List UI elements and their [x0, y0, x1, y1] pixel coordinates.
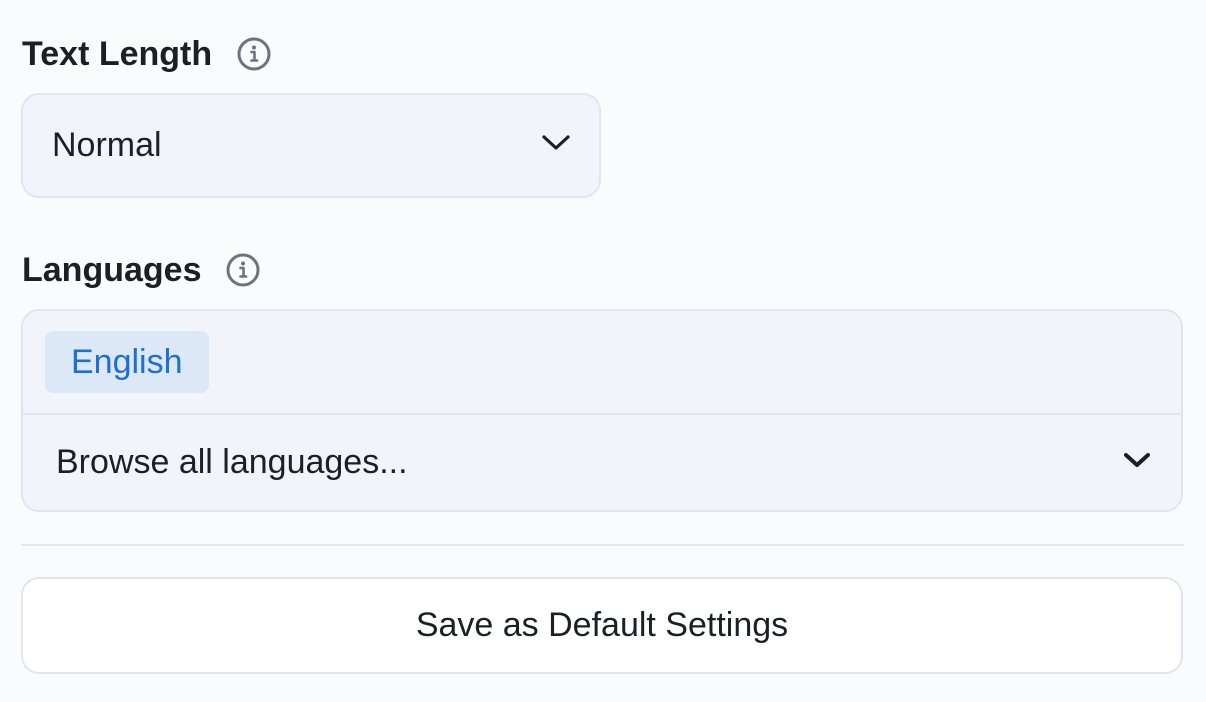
save-default-settings-button[interactable]: Save as Default Settings [21, 577, 1183, 674]
chevron-down-icon [1123, 451, 1151, 474]
info-circle-icon[interactable] [225, 252, 261, 288]
text-length-heading: Text Length [22, 30, 272, 78]
languages-multiselect: English Browse all languages... [21, 309, 1183, 512]
browse-languages-dropdown[interactable]: Browse all languages... [23, 415, 1181, 510]
selected-languages: English [23, 311, 1181, 415]
chevron-down-icon [541, 134, 571, 157]
text-length-label: Text Length [22, 34, 213, 73]
text-length-select[interactable]: Normal [21, 93, 601, 198]
info-circle-icon[interactable] [236, 36, 272, 72]
browse-languages-label: Browse all languages... [56, 443, 408, 481]
language-chip-english[interactable]: English [45, 331, 209, 393]
text-length-value: Normal [52, 126, 162, 164]
languages-label: Languages [22, 250, 202, 289]
languages-heading: Languages [22, 246, 261, 294]
divider [21, 544, 1184, 546]
settings-panel: Text Length Normal Languages English Bro… [0, 0, 1206, 702]
